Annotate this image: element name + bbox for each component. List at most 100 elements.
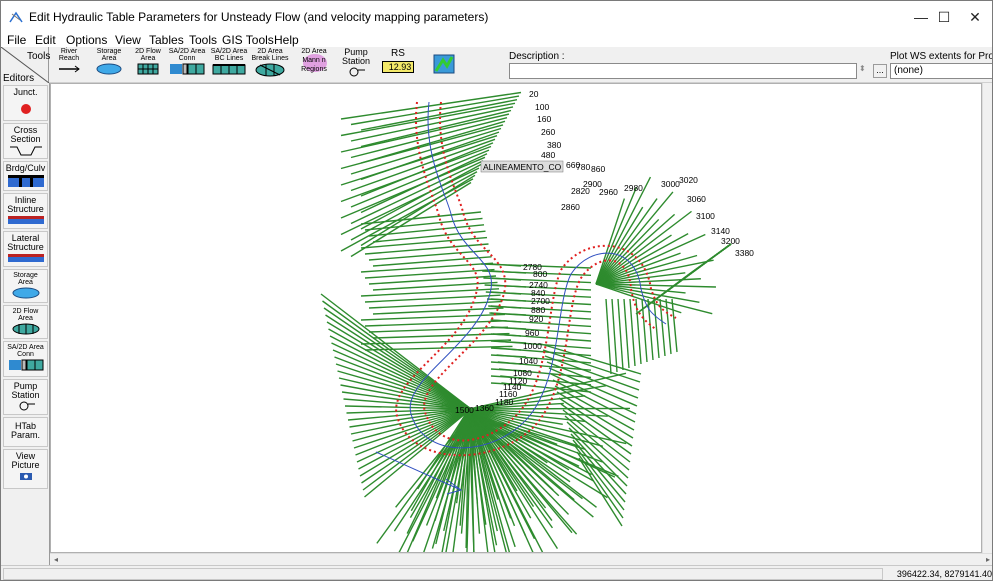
station-label: 1000 [523,341,542,351]
scroll-left-arrow[interactable]: ◂ [54,555,58,564]
editor-junction-label: Junct. [13,87,38,97]
editor-view-picture[interactable]: View Picture [3,449,48,489]
pump-station-label-2: Station [341,56,371,66]
menu-help[interactable]: Help [274,33,299,47]
river-reach-icon [59,65,80,73]
sa-2d-bc-lines-label-2: BC Lines [214,55,244,62]
sa-2d-bc-lines-tool[interactable]: SA/2D Area BC Lines [209,48,249,81]
editor-storage-area[interactable]: Storage Area [3,269,48,303]
sa-2d-conn-tool[interactable]: SA/2D Area Conn [167,48,207,81]
editor-htab-param[interactable]: HTab Param. [3,417,48,447]
editor-2d-flow-label-1: 2D Flow [12,308,39,315]
editor-view-label-2: Picture [11,460,40,470]
editor-storage-label-1: Storage [13,272,38,279]
2d-flow-area-label-1: 2D Flow [135,48,161,55]
cross-section-line [623,298,630,369]
cross-section-line [372,281,498,291]
river-reach-label-1: River [60,48,78,55]
horizontal-scrollbar[interactable]: ◂ ▸ [50,553,992,565]
description-input[interactable] [509,63,857,79]
mann-n-regions-tool[interactable]: 2D Area Mann n Regions [295,48,333,81]
profile-label: Plot WS extents for Profile [890,51,993,62]
editor-lateral-label-2: Structure [7,242,44,252]
bc-lines-icon [212,64,246,75]
menu-gis-tools[interactable]: GIS Tools [222,33,274,47]
station-label: 3200 [721,236,740,246]
rs-value: 12.93 [388,62,412,72]
2d-flow-grid-icon [137,63,159,75]
cross-section-line [360,313,506,321]
cross-section-line [546,361,639,399]
editor-2d-flow-area[interactable]: 2D Flow Area [3,305,48,339]
menu-bar: File Edit Options View Tables Tools GIS … [1,33,992,47]
cross-section-line [576,451,624,519]
profile-select[interactable]: (none) [890,63,992,79]
river-station-tool[interactable]: RS 12.93 [379,48,417,81]
river-reach-tool[interactable]: River Reach [53,48,85,81]
cross-section-line [364,294,501,303]
station-label: 2860 [561,202,580,212]
menu-file[interactable]: File [7,33,26,47]
bridge-culvert-icon [7,175,44,187]
storage-area-icon [96,63,122,75]
cross-section-line [629,298,636,367]
menu-edit[interactable]: Edit [35,33,56,47]
editor-pump-label-2: Station [11,390,40,400]
editor-cross-section[interactable]: Cross Section [3,123,48,159]
editor-bridge-culvert[interactable]: Brdg/Culv [3,161,48,191]
tools-label: Tools [27,51,51,62]
break-lines-icon [255,63,285,77]
station-label: 920 [529,314,543,324]
station-label: 3100 [696,211,715,221]
station-label: 160 [537,114,551,124]
map-canvas[interactable]: 20 100 160 260 380 480 660 780 860 2900 2820 2960 29… [50,83,982,574]
close-button[interactable]: ✕ [952,1,992,33]
sa-2d-conn-icon [8,359,43,371]
menu-view[interactable]: View [115,33,141,47]
station-label: 20 [529,89,539,99]
station-label: 860 [591,164,605,174]
cross-section-line [671,298,678,353]
station-label: 100 [535,102,549,112]
station-label: 1360 [475,403,494,413]
menu-tables[interactable]: Tables [149,33,184,47]
2d-flow-area-tool[interactable]: 2D Flow Area [133,48,163,81]
scroll-right-arrow[interactable]: ▸ [986,555,990,564]
station-label: 2980 [624,183,643,193]
break-lines-label-1: 2D Area [257,48,283,55]
station-label: 480 [541,150,555,160]
description-spinner[interactable]: ⬍ [859,64,871,78]
editor-inline-structure[interactable]: Inline Structure [3,193,48,229]
river-geometry-map[interactable]: 20100160260380480660780 86029002820 2960 29… [51,84,981,574]
menu-options[interactable]: Options [66,33,107,47]
editor-lateral-structure[interactable]: Lateral Structure [3,231,48,267]
mann-n-label-1: 2D Area [301,48,327,55]
junction-icon [20,104,31,114]
cross-section-line [611,298,618,373]
station-label: 960 [525,328,539,338]
reach-label-group: ALINEAMENTO_CO [480,160,564,173]
description-ellipsis-button[interactable]: ... [873,64,887,78]
cross-section-line [574,445,625,511]
2d-break-lines-tool[interactable]: 2D Area Break Lines [251,48,289,81]
storage-area-tool[interactable]: Storage Area [91,48,127,81]
cross-section-icon [9,146,42,156]
map-layers-tool[interactable] [429,48,459,81]
station-label: 780 [576,162,590,172]
pump-icon [349,67,365,77]
app-window: Edit Hydraulic Table Parameters for Unst… [0,0,993,581]
station-label: 2820 [571,186,590,196]
editor-storage-label-2: Area [18,279,33,286]
vertical-scrollbar[interactable] [982,83,992,553]
editor-junction[interactable]: Junct. [3,85,48,121]
editor-pump-station[interactable]: Pump Station [3,379,48,415]
map-layers-icon [433,54,455,74]
mann-n-label-3: Regions [301,66,327,73]
editor-sa-2d-conn[interactable]: SA/2D Area Conn [3,341,48,377]
station-label: 3060 [687,194,706,204]
editor-inline-label-2: Structure [7,204,44,214]
menu-tools[interactable]: Tools [189,33,217,47]
pump-station-tool[interactable]: Pump Station [339,48,373,81]
status-coordinates: 396422.34, 8279141.40 [896,569,992,579]
cross-section-line [497,361,592,371]
